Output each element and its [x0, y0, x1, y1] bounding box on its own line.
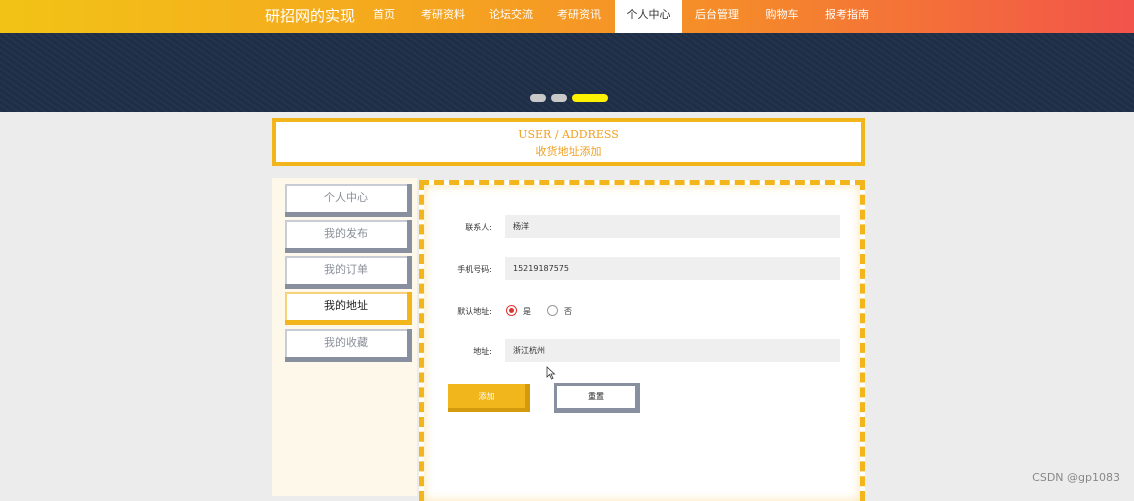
carousel-dot-1[interactable]: [530, 94, 546, 102]
sidebar-item-personal-center[interactable]: 个人中心: [285, 184, 412, 217]
carousel-dot-3-active[interactable]: [572, 94, 608, 102]
nav-item-forum[interactable]: 论坛交流: [486, 0, 536, 33]
phone-label: 手机号码:: [457, 265, 492, 274]
address-label: 地址:: [473, 347, 492, 356]
nav-item-materials[interactable]: 考研资料: [418, 0, 468, 33]
contact-label: 联系人:: [465, 223, 492, 232]
default-yes-radio[interactable]: [506, 305, 517, 316]
sidebar-item-my-orders[interactable]: 我的订单: [285, 256, 412, 289]
default-address-label: 默认地址:: [457, 307, 492, 316]
contact-input[interactable]: 杨洋: [505, 215, 840, 238]
nav-item-admin[interactable]: 后台管理: [692, 0, 742, 33]
add-button[interactable]: 添加: [448, 384, 530, 412]
phone-input[interactable]: 15219187575: [505, 257, 840, 280]
top-navigation-bar: 研招网的实现 首页 考研资料 论坛交流 考研资讯 个人中心 后台管理 购物车 报…: [0, 0, 1134, 33]
nav-item-home[interactable]: 首页: [370, 0, 398, 33]
default-no-label: 否: [564, 307, 572, 316]
nav-item-personal-center[interactable]: 个人中心: [615, 0, 682, 33]
nav-item-cart[interactable]: 购物车: [763, 0, 801, 33]
nav-item-news[interactable]: 考研资讯: [554, 0, 604, 33]
mouse-cursor-icon: [546, 366, 556, 380]
site-brand[interactable]: 研招网的实现: [265, 4, 355, 28]
nav-item-guide[interactable]: 报考指南: [822, 0, 872, 33]
banner-carousel: [0, 33, 1134, 112]
page-title-chinese: 收货地址添加: [535, 145, 602, 158]
default-yes-label: 是: [523, 307, 531, 316]
reset-button[interactable]: 重置: [554, 383, 640, 413]
default-no-radio[interactable]: [547, 305, 558, 316]
page-title-english: USER / ADDRESS: [518, 128, 619, 141]
page-header-box: USER / ADDRESS 收货地址添加: [272, 118, 865, 166]
address-input[interactable]: 浙江杭州: [505, 339, 840, 362]
sidebar-item-my-address[interactable]: 我的地址: [285, 292, 412, 325]
watermark: CSDN @gp1083: [1032, 471, 1120, 484]
sidebar-item-my-favorites[interactable]: 我的收藏: [285, 329, 412, 362]
carousel-dot-2[interactable]: [551, 94, 567, 102]
sidebar-item-my-posts[interactable]: 我的发布: [285, 220, 412, 253]
